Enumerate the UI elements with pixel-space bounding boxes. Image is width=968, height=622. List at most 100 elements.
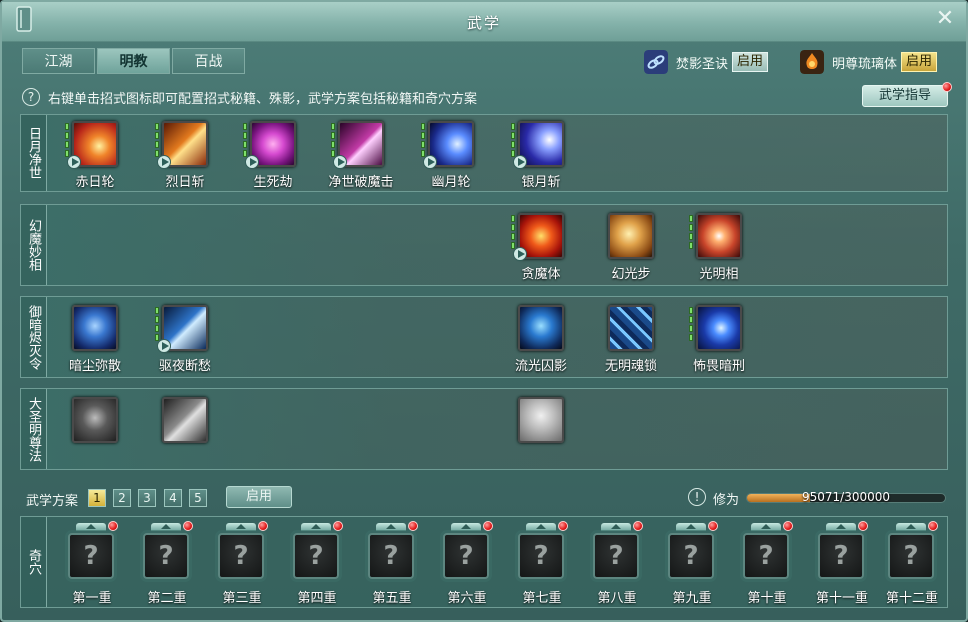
stance-enable-button[interactable]: 启用 [901,52,938,72]
slot-up-arrow-icon[interactable] [76,523,106,531]
shadow-prison-icon[interactable] [518,305,564,351]
play-icon[interactable] [513,155,527,169]
slot-up-arrow-icon[interactable] [301,523,331,531]
qixue-slot[interactable]: ? 第一重 [57,521,127,607]
plan-button-5[interactable]: 5 [189,489,207,507]
slot-name: 第七重 [522,591,562,606]
unknown-talent-icon[interactable]: ? [218,533,264,579]
skill-anchenmisan[interactable]: 暗尘弥散 [65,303,155,379]
skill-level-bars [65,123,69,159]
slot-up-arrow-icon[interactable] [151,523,181,531]
slot-up-arrow-icon[interactable] [676,523,706,531]
qixue-slot[interactable]: ? 第五重 [357,521,427,607]
skill-guangmingxiang[interactable]: 光明相 [689,211,779,287]
qixue-slot[interactable]: ? 第四重 [282,521,352,607]
tab-jianghu[interactable]: 江湖 [22,48,95,74]
row-label: 大圣明尊法 [21,389,47,469]
unknown-talent-icon[interactable]: ? [518,533,564,579]
unknown-talent-icon[interactable]: ? [68,533,114,579]
qixue-slot[interactable]: ? 第七重 [507,521,577,607]
close-icon[interactable]: ✕ [934,8,956,30]
skill-shengsijie[interactable]: 生死劫 [243,119,333,195]
skill-locked-3[interactable] [511,395,601,471]
tab-baizhan[interactable]: 百战 [172,48,245,74]
plan-button-4[interactable]: 4 [164,489,182,507]
slot-up-arrow-icon[interactable] [751,523,781,531]
plan-button-3[interactable]: 3 [138,489,156,507]
play-icon[interactable] [67,155,81,169]
unknown-talent-icon[interactable]: ? [143,533,189,579]
stance-enable-button[interactable]: 启用 [732,52,769,72]
skill-locked-2[interactable] [155,395,245,471]
play-icon[interactable] [245,155,259,169]
play-icon[interactable] [157,155,171,169]
notification-dot-icon [483,521,493,531]
unknown-talent-icon[interactable]: ? [368,533,414,579]
play-icon[interactable] [513,247,527,261]
qixue-slot[interactable]: ? 第十重 [732,521,802,607]
guide-button[interactable]: 武学指导 [862,85,948,107]
play-icon[interactable] [157,339,171,353]
skill-name: 无明魂锁 [604,359,657,374]
locked-skill-icon[interactable] [72,397,118,443]
skill-lierizhan[interactable]: 烈日斩 [155,119,245,195]
qixue-slot[interactable]: ? 第九重 [657,521,727,607]
flame-figure-icon [800,50,824,74]
skill-jingshipomoji[interactable]: 净世破魔击 [328,119,421,195]
tip-text: 右键单击招式图标即可配置招式秘籍、殊影，武学方案包括秘籍和奇穴方案 [48,91,478,107]
skill-wuminghunsuo[interactable]: 无明魂锁 [601,303,691,379]
skill-row-huanmo: 幻魔妙相 贪魔体 幻光步 光明相 [20,204,948,286]
shadow-dust-icon[interactable] [72,305,118,351]
skill-chirilun[interactable]: 赤日轮 [65,119,155,195]
slot-up-arrow-icon[interactable] [896,523,926,531]
play-icon[interactable] [423,155,437,169]
qixue-slot[interactable]: ? 第六重 [432,521,502,607]
unknown-talent-icon[interactable]: ? [818,533,864,579]
plan-button-2[interactable]: 2 [113,489,131,507]
unknown-talent-icon[interactable]: ? [443,533,489,579]
skill-youyuelun[interactable]: 幽月轮 [421,119,511,195]
alert-icon[interactable]: ! [688,488,706,506]
slot-up-arrow-icon[interactable] [526,523,556,531]
skill-buweianxing[interactable]: 怖畏暗刑 [689,303,779,379]
skill-huanguangbu[interactable]: 幻光步 [601,211,691,287]
qixue-slot[interactable]: ? 第十二重 [877,521,947,607]
title-bar[interactable]: 武学 ✕ [2,2,966,42]
qixue-slot[interactable]: ? 第三重 [207,521,277,607]
locked-skill-icon[interactable] [162,397,208,443]
unknown-talent-icon[interactable]: ? [293,533,339,579]
slot-up-arrow-icon[interactable] [226,523,256,531]
skill-liuguangqiuying[interactable]: 流光囚影 [511,303,601,379]
slot-up-arrow-icon[interactable] [826,523,856,531]
skill-quyeduanchou[interactable]: 驱夜断愁 [155,303,245,379]
unknown-talent-icon[interactable]: ? [593,533,639,579]
stance-label: 明尊琉璃体 [832,56,898,72]
qixue-slot[interactable]: ? 第八重 [582,521,652,607]
qixue-slot[interactable]: ? 第十一重 [807,521,877,607]
skill-tanmoti[interactable]: 贪魔体 [511,211,601,287]
slot-up-arrow-icon[interactable] [376,523,406,531]
qixue-slot[interactable]: ? 第二重 [132,521,202,607]
plan-enable-button[interactable]: 启用 [226,486,292,508]
skill-level-bars [689,307,693,343]
unknown-talent-icon[interactable]: ? [743,533,789,579]
plan-button-1[interactable]: 1 [88,489,106,507]
tab-mingjiao[interactable]: 明教 [97,48,170,74]
play-icon[interactable] [333,155,347,169]
light-step-icon[interactable] [608,213,654,259]
unknown-talent-icon[interactable]: ? [668,533,714,579]
slot-up-arrow-icon[interactable] [451,523,481,531]
plan-label: 武学方案 [26,494,79,509]
skill-locked-1[interactable] [65,395,155,471]
notification-dot-icon [942,82,952,92]
skill-name: 幻光步 [611,267,651,282]
unknown-talent-icon[interactable]: ? [888,533,934,579]
vortex-icon[interactable] [696,305,742,351]
slot-up-arrow-icon[interactable] [601,523,631,531]
radiant-form-icon[interactable] [696,213,742,259]
chain-lock-icon[interactable] [608,305,654,351]
skill-yinyuezhan[interactable]: 银月斩 [511,119,601,195]
skill-name: 怖畏暗刑 [692,359,745,374]
help-icon[interactable]: ? [22,88,40,106]
statue-icon[interactable] [518,397,564,443]
